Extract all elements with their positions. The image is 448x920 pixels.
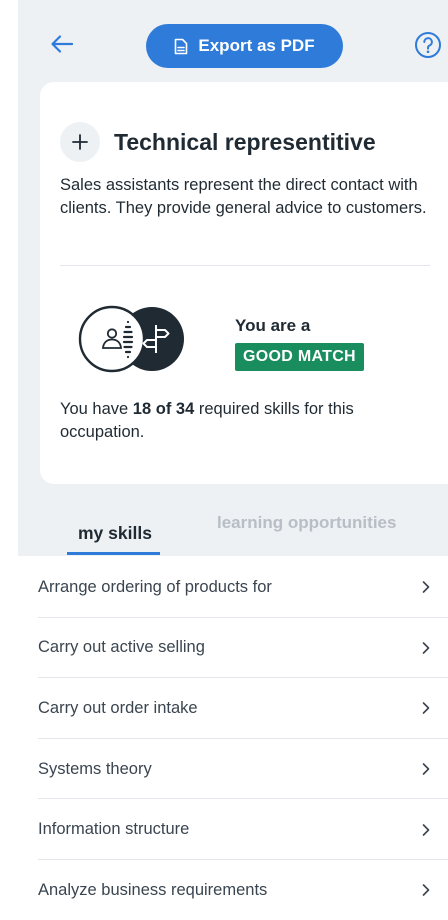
skill-item[interactable]: Arrange ordering of products for <box>0 557 448 618</box>
person-signpost-overlap-icon <box>76 304 188 379</box>
skill-label: Analyze business requirements <box>38 880 268 899</box>
skill-label: Carry out order intake <box>38 698 198 717</box>
match-badge: GOOD MATCH <box>235 343 364 371</box>
skill-item[interactable]: Information structure <box>0 799 448 860</box>
skills-summary-prefix: You have <box>60 400 133 418</box>
skill-label: Arrange ordering of products for <box>38 577 272 596</box>
occupation-description: Sales assistants represent the direct co… <box>60 176 427 217</box>
card-divider <box>60 265 430 266</box>
chevron-right-icon <box>422 823 430 836</box>
skill-item[interactable]: Carry out active selling <box>0 618 448 679</box>
chevron-right-icon <box>422 581 430 594</box>
occupation-title: Technical representitive <box>114 128 376 155</box>
document-icon <box>175 38 188 54</box>
chevron-right-icon <box>422 702 430 715</box>
skill-label: Carry out active selling <box>38 638 205 657</box>
active-tab-indicator <box>67 552 160 555</box>
skill-item[interactable]: Systems theory <box>0 739 448 800</box>
occupation-title-row: Technical representitive <box>60 122 376 162</box>
skills-tabs: my skills learning opportunities <box>0 505 448 557</box>
tab-learning-opportunities[interactable]: learning opportunities <box>217 513 396 533</box>
skill-item[interactable]: Analyze business requirements <box>0 860 448 920</box>
question-circle-icon <box>415 32 441 58</box>
match-result: You are a GOOD MATCH <box>235 316 364 371</box>
export-pdf-button[interactable]: Export as PDF <box>146 24 343 68</box>
help-button[interactable] <box>412 29 444 61</box>
export-pdf-label: Export as PDF <box>198 36 315 55</box>
chevron-right-icon <box>422 642 430 654</box>
plus-icon <box>72 134 88 150</box>
occupation-card: Technical representitive Sales assistant… <box>40 82 448 484</box>
skills-list: Arrange ordering of products for Carry o… <box>0 557 448 920</box>
chevron-right-icon <box>422 884 430 897</box>
skill-label: Systems theory <box>38 759 152 778</box>
add-occupation-button[interactable] <box>60 122 100 162</box>
chevron-right-icon <box>422 763 430 775</box>
skill-item[interactable]: Carry out order intake <box>0 678 448 739</box>
tab-my-skills[interactable]: my skills <box>78 523 152 544</box>
skills-summary: You have 18 of 34 required skills for th… <box>60 398 432 444</box>
match-label: You are a <box>235 316 311 335</box>
arrow-left-icon <box>51 35 73 53</box>
back-button[interactable] <box>44 26 80 62</box>
skill-label: Information structure <box>38 820 190 839</box>
skills-count: 18 of 34 <box>132 400 195 418</box>
